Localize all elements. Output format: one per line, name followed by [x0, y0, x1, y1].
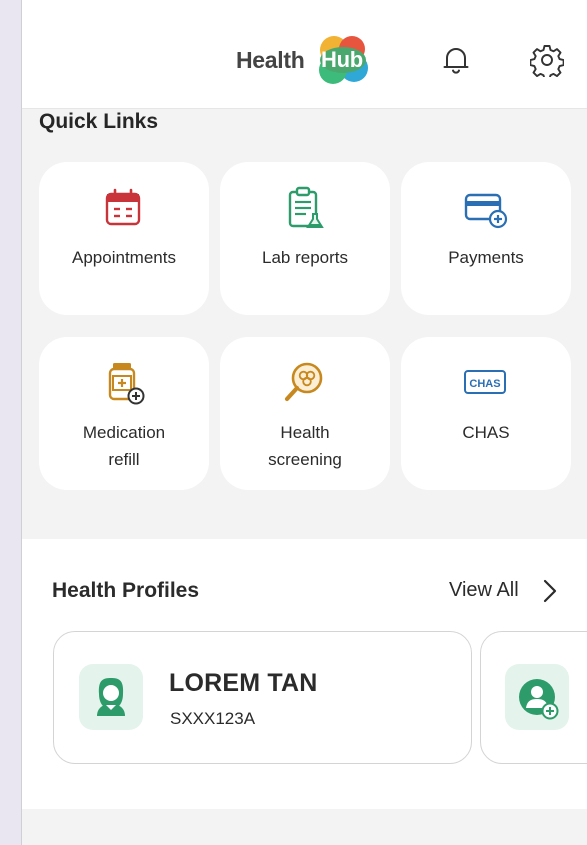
chas-tile[interactable]: CHAS CHAS [401, 337, 571, 490]
health-profiles-title: Health Profiles [52, 579, 200, 602]
chas-label: CHAS [462, 423, 510, 442]
chas-icon-text: CHAS [469, 378, 500, 390]
health-screening-tile[interactable]: Health screening [220, 337, 390, 490]
profile-card[interactable]: LOREM TAN SXXX123A [53, 631, 472, 764]
notification-bell-icon[interactable] [442, 45, 470, 75]
add-profile-avatar [505, 664, 569, 730]
medication-refill-tile[interactable]: Medication refill [39, 337, 209, 490]
payments-label: Payments [448, 248, 524, 267]
medicine-bottle-add-icon [108, 363, 145, 405]
bottom-section-edge [22, 809, 587, 845]
profile-id: SXXX123A [170, 709, 256, 728]
health-screening-label-line2: screening [268, 450, 342, 469]
add-profile-card[interactable] [480, 631, 587, 764]
top-header: Health Hub [22, 0, 587, 109]
health-profiles-section: Health Profiles View All LOREM TAN SXXX1… [22, 539, 587, 809]
settings-gear-icon[interactable] [530, 43, 564, 77]
lab-reports-label: Lab reports [262, 248, 348, 267]
logo-text: Health [236, 47, 305, 73]
avatar [79, 664, 143, 730]
credit-card-add-icon [464, 193, 508, 229]
payments-tile[interactable]: Payments [401, 162, 571, 315]
profile-name: LOREM TAN [169, 669, 318, 697]
appointments-label: Appointments [72, 248, 176, 267]
medication-refill-label-line2: refill [108, 450, 140, 469]
medication-refill-label-line1: Medication [82, 423, 166, 442]
calendar-icon [105, 188, 141, 226]
magnifier-cells-icon [284, 362, 323, 402]
clipboard-flask-icon [288, 186, 324, 228]
lab-reports-tile[interactable]: Lab reports [220, 162, 390, 315]
app-screen: Health Hub Quick Links Appointments Lab … [21, 0, 587, 845]
add-user-icon [519, 679, 559, 720]
appointments-tile[interactable]: Appointments [39, 162, 209, 315]
quick-links-title: Quick Links [39, 110, 159, 133]
female-avatar-icon [97, 678, 125, 716]
chas-card-icon: CHAS [464, 370, 506, 394]
chevron-right-icon[interactable] [542, 578, 558, 604]
view-all-link[interactable]: View All [449, 579, 519, 602]
healthhub-logo: Health Hub [236, 34, 376, 86]
logo-highlight: Hub [321, 47, 363, 72]
health-screening-label-line1: Health [280, 423, 330, 442]
